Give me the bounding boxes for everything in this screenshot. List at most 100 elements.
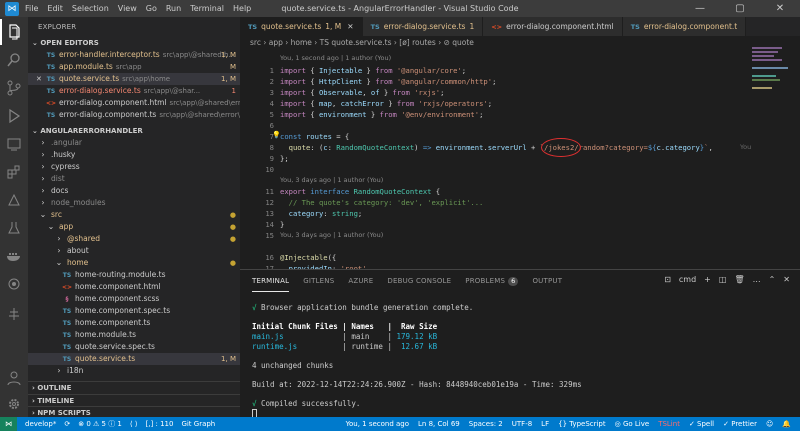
file-item[interactable]: <> home.component.html [28,281,240,293]
tslint-indicator[interactable]: TSLint [658,420,680,428]
folder-item[interactable]: ⌄ home ● [28,257,240,269]
file-item[interactable]: TS home.component.spec.ts [28,305,240,317]
close-window-icon[interactable]: ✕ [760,0,800,17]
menu-view[interactable]: View [118,4,137,13]
new-terminal-icon[interactable]: + [704,275,711,284]
testing-icon[interactable] [0,215,28,241]
folder-item[interactable]: › about [28,245,240,257]
timeline-section[interactable]: › TIMELINE [28,394,240,406]
encoding[interactable]: UTF-8 [512,420,532,428]
cursor-position[interactable]: Ln 8, Col 69 [418,420,460,428]
kill-terminal-icon[interactable]: 🗑 [734,275,744,284]
breadcrumb[interactable]: src › app › home › TS quote.service.ts ›… [240,36,800,49]
file-item[interactable]: § home.component.scss [28,293,240,305]
open-editor-item[interactable]: <> error-dialog.component.html src\app\@sh… [28,97,240,109]
maximize-icon[interactable]: ▢ [720,0,760,17]
terminal-type-icon[interactable]: ⊡ [664,275,671,284]
codelens[interactable]: You, 3 days ago | 1 author (You) [280,175,383,185]
branch-indicator[interactable]: develop* [25,420,56,428]
folder-item[interactable]: › dist [28,173,240,185]
folder-item[interactable]: › .angular [28,137,240,149]
folder-item[interactable]: › .husky [28,149,240,161]
spell-indicator[interactable]: ✓ Spell [689,420,714,428]
split-terminal-icon[interactable]: ◫ [719,275,727,284]
file-item[interactable]: TS quote.service.ts 1, M [28,353,240,365]
prettier-indicator[interactable]: ✓ Prettier [723,420,757,428]
folder-item[interactable]: ⌄ app ● [28,221,240,233]
close-tab-icon[interactable]: ✕ [347,22,353,31]
npm-scripts-section[interactable]: › NPM SCRIPTS [28,406,240,417]
indentation[interactable]: Spaces: 2 [469,420,503,428]
outline-section[interactable]: › OUTLINE [28,382,240,394]
open-editors-header[interactable]: ⌄ OPEN EDITORS [28,37,240,49]
panel-tab-gitlens[interactable]: GITLENS [303,270,334,292]
file-item[interactable]: TS home.module.ts [28,329,240,341]
azure-icon[interactable] [0,187,28,213]
maximize-panel-icon[interactable]: ⌃ [769,275,776,284]
close-panel-icon[interactable]: ✕ [783,275,790,284]
open-editor-item[interactable]: TS app.module.ts src\app M [28,61,240,73]
notifications-icon[interactable]: 🔔 [782,420,791,428]
manage-gear-icon[interactable] [0,391,28,417]
editor-tab[interactable]: TS error-dialog.component.t [622,17,747,36]
problems-indicator[interactable]: ⊗ 0 ⚠ 5 ⓘ 1 [78,419,122,429]
panel-tab-terminal[interactable]: TERMINAL [252,270,290,292]
more-actions-icon[interactable]: … [753,275,761,284]
panel-tab-debug-console[interactable]: DEBUG CONSOLE [387,270,451,292]
gitlens-icon[interactable] [0,271,28,297]
account-icon[interactable] [0,365,28,391]
sync-icon[interactable]: ⟳ [64,420,70,428]
code-editor[interactable]: You, 1 second ago | 1 author (You) You, 3… [240,49,760,269]
tree-icon[interactable] [0,301,28,327]
menu-go[interactable]: Go [146,4,157,13]
panel-tab-azure[interactable]: AZURE [348,270,373,292]
git-graph-button[interactable]: Git Graph [181,420,215,428]
folder-item[interactable]: › @shared ● [28,233,240,245]
file-item[interactable]: TS home.component.ts [28,317,240,329]
open-editor-item[interactable]: TS error-dialog.component.ts src\app\@shar… [28,109,240,121]
open-editor-item[interactable]: ✕ TS quote.service.ts src\app\home 1, M [28,73,240,85]
items-indicator[interactable]: [,] : 110 [146,420,174,428]
panel-tab-output[interactable]: OUTPUT [532,270,562,292]
open-editor-item[interactable]: TS error-dialog.service.ts src\app\@shar..… [28,85,240,97]
project-header[interactable]: ⌄ ANGULARERRORHANDLER [28,125,240,137]
codelens[interactable]: You, 3 days ago | 1 author (You) [280,230,383,240]
extensions-icon[interactable] [0,159,28,185]
remote-indicator-icon[interactable]: ⋈ [0,417,17,431]
docker-icon[interactable] [0,243,28,269]
lightbulb-icon[interactable]: 💡 [272,131,281,139]
editor-tab[interactable]: <> error-dialog.component.html [483,17,623,36]
open-editor-item[interactable]: TS error-handler.interceptor.ts src\app\@s… [28,49,240,61]
file-item[interactable]: TS quote.service.spec.ts [28,341,240,353]
explorer-icon[interactable] [0,19,28,45]
menu-edit[interactable]: Edit [47,4,63,13]
close-editor-icon[interactable]: ✕ [36,73,46,85]
folder-item[interactable]: › cypress [28,161,240,173]
language-mode[interactable]: {} TypeScript [558,420,606,428]
remote-explorer-icon[interactable] [0,131,28,157]
feedback-icon[interactable]: ☺ [766,420,773,428]
terminal-shell-label[interactable]: cmd [679,275,696,284]
folder-item[interactable]: ⌄ src ● [28,209,240,221]
codelens[interactable]: You, 1 second ago | 1 author (You) [280,53,391,63]
minimize-icon[interactable]: — [680,0,720,17]
run-debug-icon[interactable] [0,103,28,129]
file-item[interactable]: TS home-routing.module.ts [28,269,240,281]
minimap[interactable] [752,47,792,127]
editor-tab[interactable]: TS error-dialog.service.ts 1 [362,17,484,36]
menu-selection[interactable]: Selection [72,4,109,13]
folder-item[interactable]: › i18n [28,365,240,377]
panel-tab-problems[interactable]: PROBLEMS 6 [465,270,519,292]
go-live-button[interactable]: ◎ Go Live [615,420,650,428]
folder-item[interactable]: › node_modules [28,197,240,209]
folder-item[interactable]: › docs [28,185,240,197]
menu-terminal[interactable]: Terminal [190,4,224,13]
source-control-icon[interactable] [0,75,28,101]
blame-indicator[interactable]: You, 1 second ago [346,420,409,428]
menu-file[interactable]: File [25,4,38,13]
end-of-line[interactable]: LF [541,420,549,428]
live-share-icon[interactable]: ⟨ ⟩ [130,420,138,428]
menu-run[interactable]: Run [166,4,181,13]
search-icon[interactable] [0,47,28,73]
menu-help[interactable]: Help [233,4,251,13]
